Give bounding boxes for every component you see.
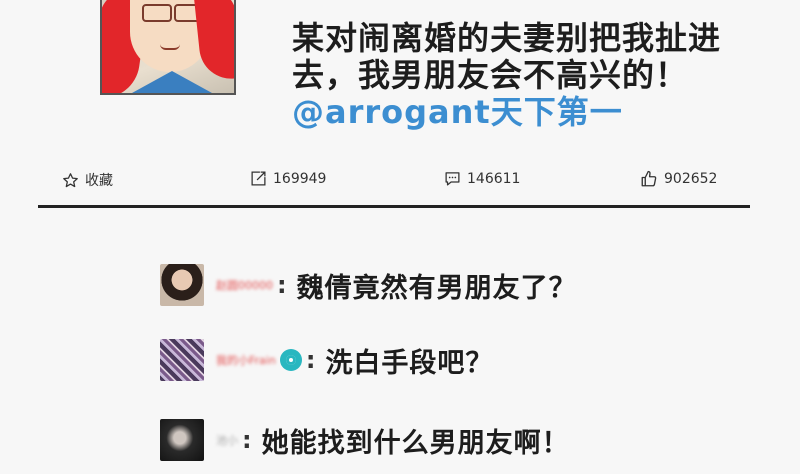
like-count: 902652 <box>664 171 718 187</box>
post-text: 某对闹离婚的夫妻别把我扯进去，我男朋友会不高兴的！ @arrogant天下第一 <box>292 20 732 131</box>
favorite-button[interactable]: 收藏 <box>62 170 113 190</box>
comment-count: 146611 <box>467 170 521 187</box>
commenter-avatar[interactable] <box>160 419 204 461</box>
comment-item: 我的小Frain : 洗白手段吧？ <box>160 339 493 381</box>
comment-text: 洗白手段吧？ <box>325 347 494 379</box>
repost-button[interactable]: 169949 <box>250 170 326 187</box>
comment-button[interactable]: 146611 <box>444 170 520 187</box>
thumbs-up-icon <box>641 170 657 187</box>
commenter-avatar[interactable] <box>160 264 204 306</box>
section-divider <box>38 205 750 208</box>
comment-colon: : <box>277 271 287 299</box>
comment-colon: : <box>242 426 252 454</box>
commenter-name[interactable]: 我的小Frain <box>216 352 276 368</box>
favorite-label: 收藏 <box>85 173 113 189</box>
like-button[interactable]: 902652 <box>640 170 717 188</box>
commenter-avatar[interactable] <box>160 339 204 381</box>
comment-icon <box>445 172 460 186</box>
repost-icon <box>251 171 266 186</box>
poster-avatar[interactable] <box>100 0 236 95</box>
mention-link[interactable]: @arrogant天下第一 <box>292 93 623 131</box>
post-body: 某对闹离婚的夫妻别把我扯进去，我男朋友会不高兴的！ <box>292 19 722 94</box>
comment-item: 池小 : 她能找到什么男朋友啊！ <box>160 419 570 461</box>
camera-icon <box>279 349 302 371</box>
action-bar: 收藏 169949 146611 902652 <box>62 170 742 196</box>
avatar-glasses-left <box>142 4 172 22</box>
avatar-mouth <box>160 44 180 50</box>
comment-text: 她能找到什么男朋友啊！ <box>261 427 570 459</box>
comment-colon: : <box>305 346 316 374</box>
avatar-hair-right <box>193 0 234 82</box>
star-icon <box>63 172 78 187</box>
comment-item: 赵圆00000 : 魏倩竟然有男朋友了？ <box>160 264 577 306</box>
commenter-name[interactable]: 池小 <box>216 432 238 448</box>
avatar-collar <box>132 71 212 93</box>
comment-text: 魏倩竟然有男朋友了？ <box>296 272 577 304</box>
commenter-name[interactable]: 赵圆00000 <box>216 277 273 293</box>
repost-count: 169949 <box>273 170 327 187</box>
